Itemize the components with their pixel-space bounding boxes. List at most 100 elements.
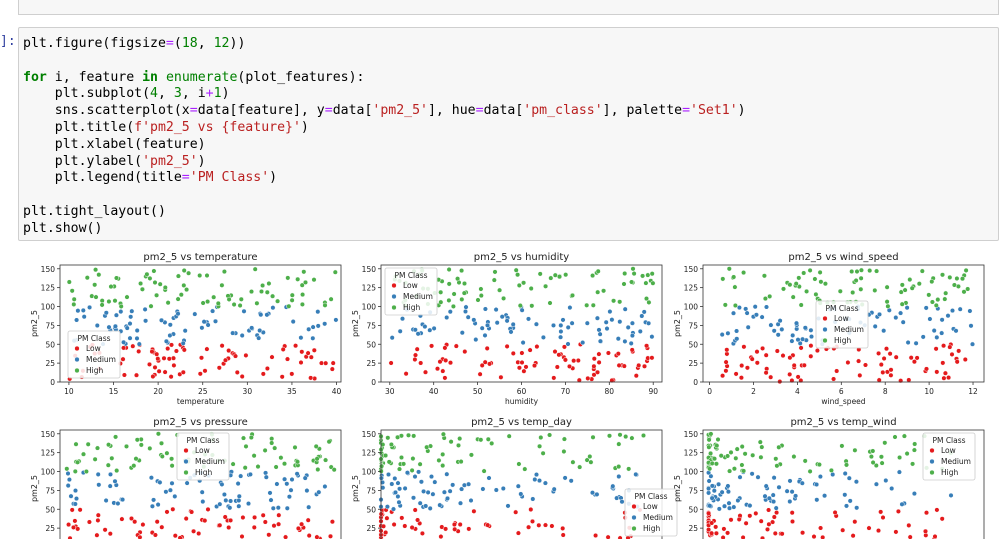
- point-medium: [800, 336, 806, 342]
- x-axis-label: temperature: [177, 397, 225, 406]
- point-high: [916, 281, 922, 287]
- point-high: [94, 445, 101, 451]
- point-low: [531, 363, 538, 369]
- point-low: [181, 347, 187, 353]
- point-medium: [814, 481, 820, 488]
- point-high: [715, 436, 721, 443]
- point-low: [768, 374, 774, 380]
- point-medium: [473, 337, 479, 343]
- y-tick-label: 75: [366, 321, 376, 330]
- point-low: [878, 509, 884, 515]
- point-medium: [441, 489, 447, 495]
- point-low: [504, 343, 510, 349]
- legend-title: PM Class: [932, 436, 965, 445]
- point-low: [510, 350, 516, 356]
- point-high: [64, 466, 70, 472]
- point-medium: [569, 320, 575, 326]
- point-low: [706, 510, 712, 516]
- point-high: [72, 468, 78, 474]
- point-high: [543, 283, 549, 289]
- point-high: [314, 456, 320, 462]
- point-high: [446, 266, 452, 273]
- point-medium: [752, 304, 758, 310]
- point-medium: [151, 497, 157, 503]
- point-low: [947, 344, 953, 350]
- point-high: [547, 300, 553, 306]
- point-low: [753, 510, 759, 516]
- point-high: [440, 431, 446, 437]
- point-high: [71, 301, 77, 307]
- point-medium: [87, 304, 93, 310]
- point-high: [436, 457, 442, 463]
- point-high: [475, 297, 481, 303]
- point-high: [947, 274, 953, 280]
- point-high: [942, 296, 948, 302]
- point-medium: [614, 495, 620, 501]
- point-high: [446, 297, 452, 303]
- code-cell[interactable]: plt.figure(figsize=(18, 12)) for i, feat…: [18, 27, 999, 241]
- x-tick-label: 40: [332, 387, 342, 396]
- point-high: [455, 276, 461, 282]
- point-high: [292, 444, 298, 450]
- cell-prompt: ]:: [0, 34, 16, 49]
- point-low: [414, 346, 420, 352]
- point-high: [411, 433, 417, 439]
- point-high: [139, 286, 145, 292]
- y-tick-label: 0: [693, 378, 698, 387]
- point-low: [789, 518, 796, 525]
- point-high: [379, 463, 385, 469]
- point-medium: [75, 308, 81, 314]
- point-high: [621, 281, 627, 287]
- point-high: [105, 462, 111, 468]
- point-high: [812, 276, 818, 282]
- point-low: [811, 534, 817, 539]
- point-medium: [121, 339, 127, 345]
- point-high: [646, 299, 652, 305]
- point-low: [923, 510, 930, 516]
- point-medium: [128, 314, 134, 320]
- point-low: [477, 371, 483, 377]
- point-low: [383, 529, 389, 536]
- point-medium: [567, 305, 573, 311]
- y-axis-label: pm2_5: [30, 310, 39, 337]
- legend: PM ClassLow Medium High: [176, 432, 230, 481]
- point-medium: [734, 328, 740, 334]
- point-low: [551, 375, 557, 381]
- point-medium: [734, 336, 740, 342]
- point-low: [202, 368, 208, 374]
- point-medium: [148, 475, 154, 481]
- point-medium: [625, 324, 631, 330]
- point-low: [744, 365, 750, 371]
- point-low: [528, 506, 534, 513]
- point-medium: [223, 497, 229, 503]
- point-low: [298, 359, 304, 366]
- point-low: [906, 522, 912, 528]
- point-high: [219, 282, 225, 288]
- point-low: [795, 374, 801, 380]
- subplot-pressure: pm2_5 vs pressure 25 50 75 100 125 150 pm2_5 PM …: [30, 417, 342, 539]
- point-medium: [192, 311, 198, 317]
- point-high: [326, 439, 332, 445]
- point-medium: [142, 306, 148, 312]
- point-medium: [236, 493, 242, 499]
- code-editor[interactable]: plt.figure(figsize=(18, 12)) for i, feat…: [23, 36, 746, 238]
- previous-cell[interactable]: [18, 0, 999, 15]
- point-medium: [787, 498, 793, 505]
- point-medium: [843, 503, 850, 509]
- point-medium: [542, 480, 548, 486]
- point-high: [538, 434, 544, 441]
- point-low: [121, 372, 127, 378]
- point-medium: [777, 318, 783, 324]
- point-low: [880, 369, 886, 375]
- point-low: [725, 530, 731, 536]
- point-medium: [457, 500, 464, 506]
- point-high: [858, 275, 864, 281]
- legend-marker-medium: [631, 514, 637, 521]
- point-low: [119, 516, 125, 522]
- point-medium: [744, 310, 750, 316]
- point-high: [741, 468, 747, 474]
- legend-marker-medium: [391, 293, 397, 300]
- legend: PM ClassLow Medium High: [815, 300, 869, 349]
- point-low: [536, 522, 542, 528]
- point-high: [109, 455, 115, 461]
